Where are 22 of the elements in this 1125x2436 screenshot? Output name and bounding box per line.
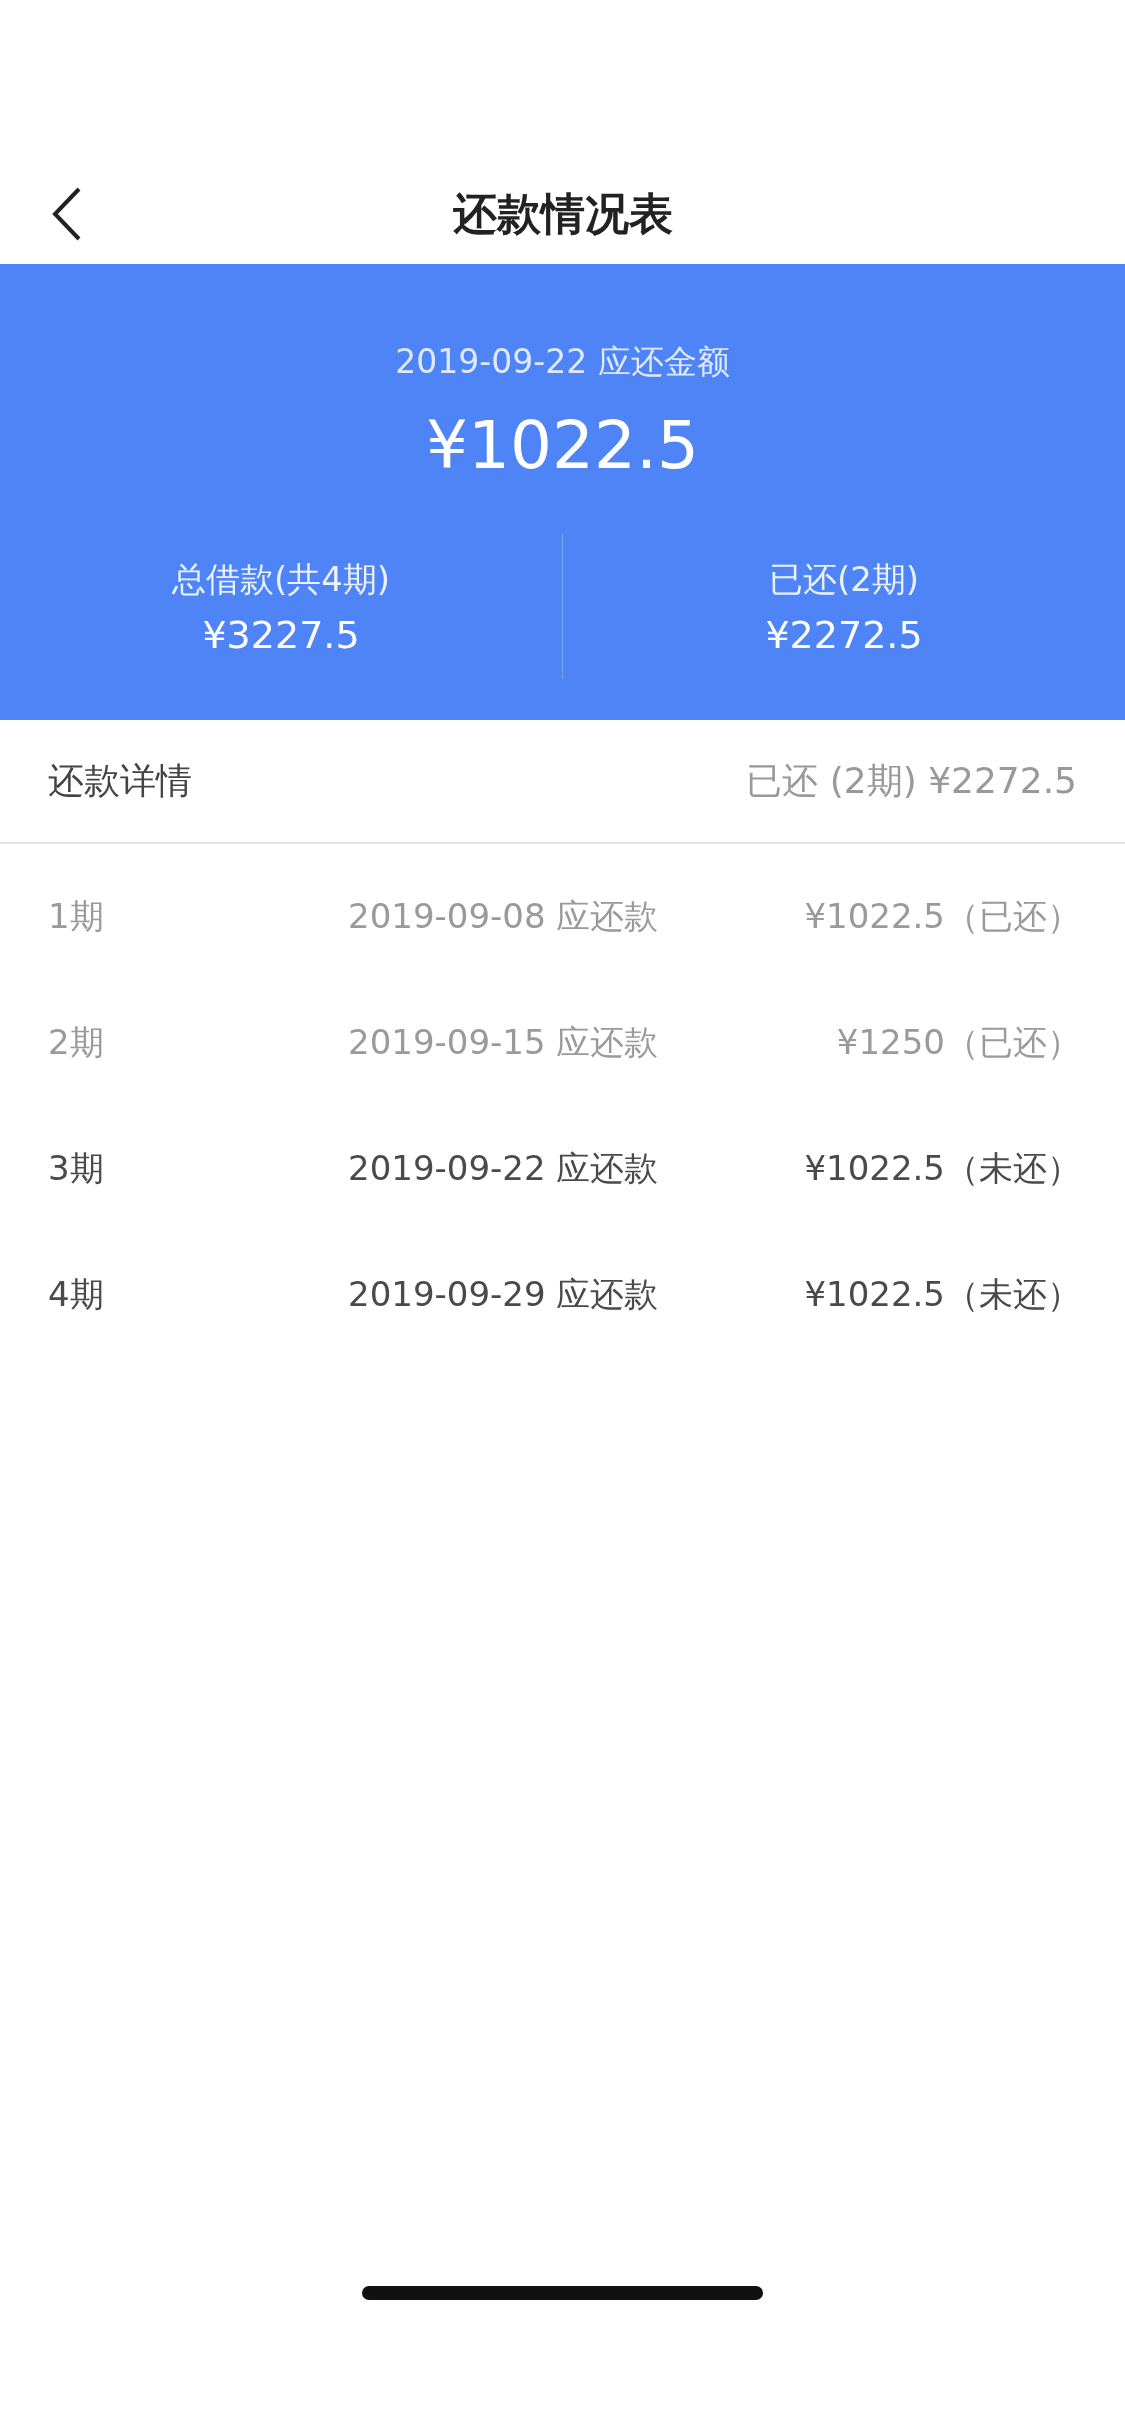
amount-cell-text: ¥1022.5（未还） bbox=[804, 1273, 1081, 1316]
due-amount: ¥1022.5 bbox=[426, 407, 699, 484]
due-date-cell-text: 2019-09-29 应还款 bbox=[348, 1273, 660, 1316]
stat-value: ¥2272.5 bbox=[765, 612, 923, 657]
stat-label: 总借款(共4期) bbox=[171, 557, 391, 601]
back-icon bbox=[52, 187, 82, 241]
section-title: 还款详情 bbox=[48, 758, 192, 803]
due-date-cell-text: 2019-09-22 应还款 bbox=[348, 1147, 660, 1190]
amount-cell-text: ¥1022.5（未还） bbox=[804, 1147, 1081, 1190]
due-date-cell-text: 2019-09-15 应还款 bbox=[348, 1021, 660, 1064]
page-title: 还款情况表 bbox=[452, 187, 673, 241]
period-cell-text: 2期 bbox=[48, 1021, 105, 1064]
stat-value: ¥3227.5 bbox=[202, 612, 360, 657]
period-cell-text: 4期 bbox=[48, 1273, 105, 1316]
period-cell-text: 1期 bbox=[48, 895, 105, 938]
due-label: 2019-09-22 应还金额 bbox=[395, 341, 730, 383]
amount-cell-text: ¥1022.5（已还） bbox=[804, 895, 1081, 938]
stat-label: 已还(2期) bbox=[768, 557, 920, 601]
due-date-cell-text: 2019-09-08 应还款 bbox=[348, 895, 660, 938]
amount-cell-text: ¥1250（已还） bbox=[836, 1021, 1081, 1064]
paid-total: 已还 (2期) ¥2272.5 bbox=[746, 758, 1077, 803]
period-cell-text: 3期 bbox=[48, 1147, 105, 1190]
